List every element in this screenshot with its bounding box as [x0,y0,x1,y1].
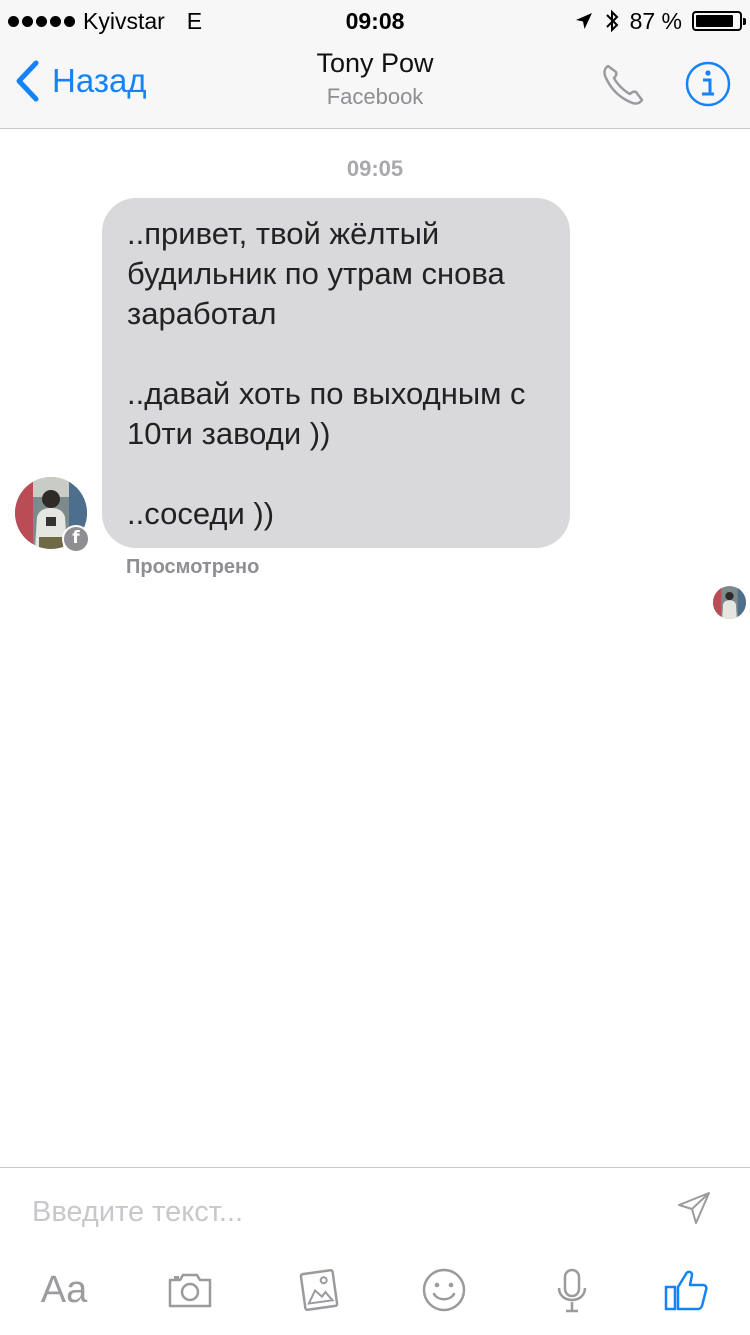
read-receipt-avatar [713,586,746,619]
info-icon[interactable] [684,60,732,108]
message-bubble[interactable]: ..привет, твой жёлтый будильник по утрам… [102,198,570,548]
facebook-badge-icon: f [62,525,90,553]
send-icon[interactable] [676,1190,712,1226]
camera-icon[interactable] [166,1266,214,1314]
status-right: 87 % [574,6,746,36]
navigation-bar: Назад Tony Pow Facebook [0,40,750,129]
smiley-icon[interactable] [420,1266,468,1314]
battery-icon [692,11,746,31]
phone-icon[interactable] [598,60,648,110]
thumbs-up-icon[interactable] [662,1266,710,1314]
battery-percent: 87 % [629,7,682,34]
message-timestamp: 09:05 [346,156,404,181]
status-bar: Kyivstar E 09:08 87 % [0,0,750,40]
microphone-icon[interactable] [552,1266,592,1314]
message-input[interactable]: Введите текст... [32,1194,652,1230]
read-receipt-photo [713,586,746,619]
seen-status: Просмотрено [126,556,260,578]
photo-icon[interactable] [295,1266,343,1314]
text-format-button[interactable]: Aa [38,1266,90,1314]
bluetooth-icon [605,9,618,33]
composer-bar [0,1167,750,1335]
location-arrow-icon [575,13,592,29]
